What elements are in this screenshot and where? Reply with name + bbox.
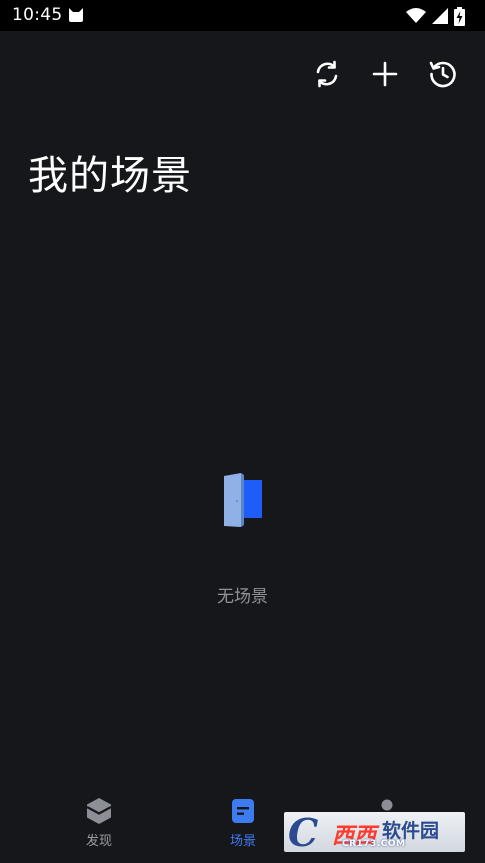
nav-label-scene: 场景 — [229, 834, 256, 849]
notification-cat-icon — [69, 8, 83, 22]
status-time: 10:45 — [12, 5, 63, 25]
watermark-logo: C 西西 软件园 CR173.COM — [284, 812, 465, 852]
refresh-icon — [316, 60, 338, 88]
nav-item-discover[interactable]: 发现 — [59, 797, 139, 849]
watermark-url: CR173.COM — [342, 839, 406, 849]
status-icons — [406, 6, 465, 26]
wifi-icon — [406, 8, 426, 23]
history-clock-icon — [429, 61, 456, 88]
signal-icon — [432, 8, 448, 24]
page-title: 我的场景 — [28, 153, 192, 199]
battery-charging-icon — [454, 6, 465, 26]
watermark-mark: C — [288, 812, 319, 852]
header-actions — [311, 58, 459, 90]
empty-state: 无场景 — [0, 470, 485, 607]
door-icon — [223, 473, 262, 527]
nav-label-discover: 发现 — [85, 834, 112, 849]
add-icon — [372, 61, 398, 87]
status-bar: 10:45 — [0, 0, 485, 31]
refresh-button[interactable] — [311, 58, 343, 90]
scene-document-icon — [232, 799, 254, 823]
nav-item-scene[interactable]: 场景 — [203, 797, 283, 849]
discover-cube-icon — [86, 798, 112, 824]
empty-state-text: 无场景 — [217, 587, 268, 607]
history-button[interactable] — [427, 58, 459, 90]
add-scene-button[interactable] — [369, 58, 401, 90]
